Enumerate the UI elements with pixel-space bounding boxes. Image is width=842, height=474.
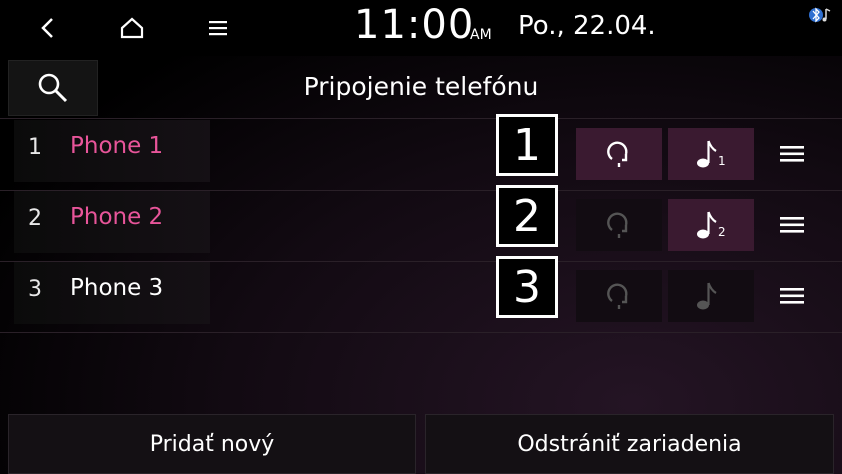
clock-ampm: AM: [470, 27, 492, 43]
audio-badge: 1: [718, 154, 726, 168]
reorder-icon: [780, 146, 804, 162]
status-bar: 11:00 AM Po., 22.04.: [0, 0, 842, 56]
phone-name: Phone 1: [70, 133, 164, 159]
audio-toggle-button[interactable]: 2: [668, 199, 754, 251]
page-title: Pripojenie telefónu: [303, 72, 539, 101]
home-icon[interactable]: [114, 10, 150, 46]
remove-devices-button[interactable]: Odstrániť zariadenia: [425, 414, 834, 474]
reorder-icon: [780, 217, 804, 233]
phone-name: Phone 3: [70, 275, 164, 301]
divider: [0, 261, 842, 262]
reorder-handle[interactable]: [772, 134, 812, 174]
phone-number-index: 3: [28, 277, 42, 302]
add-new-button[interactable]: Pridať nový: [8, 414, 416, 474]
handsfree-icon: [607, 283, 628, 309]
menu-icon[interactable]: [200, 10, 236, 46]
music-note-icon: [697, 282, 717, 310]
callout-number-box: 2: [496, 185, 558, 247]
callout-number-box: 3: [496, 256, 558, 318]
audio-toggle-button[interactable]: [668, 270, 754, 322]
reorder-handle[interactable]: [772, 276, 812, 316]
back-icon[interactable]: [30, 10, 66, 46]
reorder-icon: [780, 288, 804, 304]
date: Po., 22.04.: [518, 11, 656, 41]
callout-number-box: 1: [496, 114, 558, 176]
page-header: Pripojenie telefónu: [0, 56, 842, 118]
audio-toggle-button[interactable]: 1: [668, 128, 754, 180]
phone-number-index: 1: [28, 135, 42, 160]
phone-number-index: 2: [28, 206, 42, 231]
handsfree-toggle-button[interactable]: [576, 199, 662, 251]
divider: [0, 190, 842, 191]
reorder-handle[interactable]: [772, 205, 812, 245]
audio-badge: 2: [718, 225, 726, 239]
divider: [0, 118, 842, 119]
handsfree-icon: [607, 212, 628, 238]
phone-name: Phone 2: [70, 204, 164, 230]
bluetooth-audio-icon: [808, 6, 834, 28]
clock-time: 11:00: [354, 2, 475, 48]
handsfree-icon: [607, 141, 628, 167]
divider: [0, 332, 842, 333]
handsfree-toggle-button[interactable]: [576, 128, 662, 180]
handsfree-toggle-button[interactable]: [576, 270, 662, 322]
